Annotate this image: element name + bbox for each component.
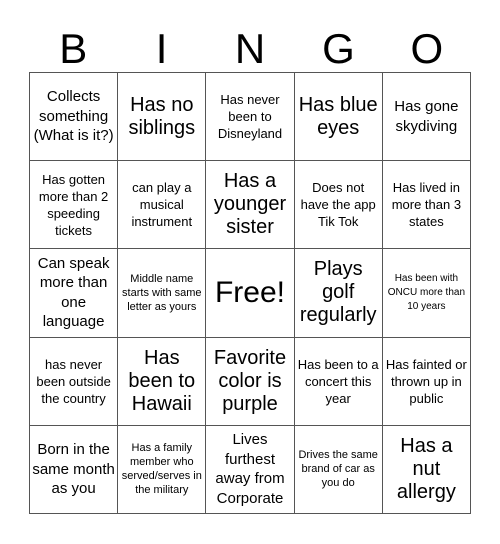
header-letter-o: O xyxy=(410,25,444,72)
bingo-cell[interactable]: Has a younger sister xyxy=(206,161,295,250)
bingo-cell[interactable]: Has gone skydiving xyxy=(382,73,471,162)
bingo-cell[interactable]: Favorite color is purple xyxy=(206,337,295,426)
bingo-cell-text: Has blue eyes xyxy=(298,93,378,139)
bingo-cell-text: Has lived in more than 3 states xyxy=(391,180,462,230)
bingo-cell[interactable]: Has blue eyes xyxy=(294,73,383,162)
bingo-cell-text: Favorite color is purple xyxy=(213,346,287,415)
bingo-cell[interactable]: Plays golf regularly xyxy=(294,249,383,338)
bingo-cell-text: can play a musical instrument xyxy=(131,180,193,230)
bingo-cell-text: Has fainted or thrown up in public xyxy=(385,356,467,406)
bingo-cell-text: Drives the same brand of car as you do xyxy=(298,449,378,490)
bingo-cell-text: Lives furthest away from Corporate xyxy=(215,431,285,507)
bingo-cell[interactable]: Lives furthest away from Corporate xyxy=(206,425,295,514)
bingo-cell[interactable]: Middle name starts with same letter as y… xyxy=(118,249,207,338)
bingo-cell-text: Has no siblings xyxy=(128,93,196,139)
header-letter-n: N xyxy=(234,25,266,72)
bingo-cell-text: Has gotten more than 2 speeding tickets xyxy=(38,171,109,238)
bingo-cell-text: Collects something (What is it?) xyxy=(33,88,114,145)
bingo-cell[interactable]: Drives the same brand of car as you do xyxy=(294,425,383,514)
bingo-cell[interactable]: can play a musical instrument xyxy=(118,161,207,250)
bingo-cell[interactable]: Has fainted or thrown up in public xyxy=(382,337,471,426)
bingo-cell-text: Free! xyxy=(214,275,285,309)
bingo-cell[interactable]: Has no siblings xyxy=(118,73,207,162)
bingo-cell-free[interactable]: Free! xyxy=(206,249,295,338)
bingo-cell-text: Has gone skydiving xyxy=(394,98,459,135)
bingo-cell[interactable]: Has been with ONCU more than 10 years xyxy=(382,249,471,338)
bingo-cell-text: Has a family member who served/serves in… xyxy=(121,442,202,497)
bingo-cell[interactable]: Born in the same month as you xyxy=(30,425,119,514)
header-letter-g: G xyxy=(322,25,355,72)
bingo-header: B I N G O xyxy=(29,26,471,72)
bingo-cell-text: Has never been to Disneyland xyxy=(217,92,283,142)
bingo-cell-text: Has a nut allergy xyxy=(396,434,456,503)
bingo-cell-text: Does not have the app Tik Tok xyxy=(300,180,376,230)
bingo-cell[interactable]: Has been to a concert this year xyxy=(294,337,383,426)
bingo-cell[interactable]: Has gotten more than 2 speeding tickets xyxy=(30,161,119,250)
bingo-cell[interactable]: Does not have the app Tik Tok xyxy=(294,161,383,250)
bingo-cell-text: Plays golf regularly xyxy=(299,258,377,327)
bingo-cell-text: has never been outside the country xyxy=(36,356,111,406)
bingo-cell-text: Can speak more than one language xyxy=(37,254,110,331)
bingo-cell-text: Born in the same month as you xyxy=(32,441,115,498)
bingo-cell-text: Has been with ONCU more than 10 years xyxy=(387,272,466,312)
bingo-cell[interactable]: Has a nut allergy xyxy=(382,425,471,514)
bingo-cell-text: Middle name starts with same letter as y… xyxy=(122,272,202,313)
bingo-cell[interactable]: Has a family member who served/serves in… xyxy=(118,425,207,514)
bingo-cell[interactable]: has never been outside the country xyxy=(30,337,119,426)
header-letter-i: I xyxy=(155,25,168,72)
bingo-grid: Collects something (What is it?) Has no s… xyxy=(29,72,471,514)
header-letter-b: B xyxy=(59,25,88,72)
bingo-cell[interactable]: Has never been to Disneyland xyxy=(206,73,295,162)
bingo-cell[interactable]: Can speak more than one language xyxy=(30,249,119,338)
bingo-cell-text: Has been to Hawaii xyxy=(128,346,196,415)
bingo-cell[interactable]: Collects something (What is it?) xyxy=(30,73,119,162)
bingo-cell-text: Has been to a concert this year xyxy=(297,356,379,406)
bingo-cell-text: Has a younger sister xyxy=(213,170,287,239)
bingo-cell[interactable]: Has lived in more than 3 states xyxy=(382,161,471,250)
bingo-cell[interactable]: Has been to Hawaii xyxy=(118,337,207,426)
